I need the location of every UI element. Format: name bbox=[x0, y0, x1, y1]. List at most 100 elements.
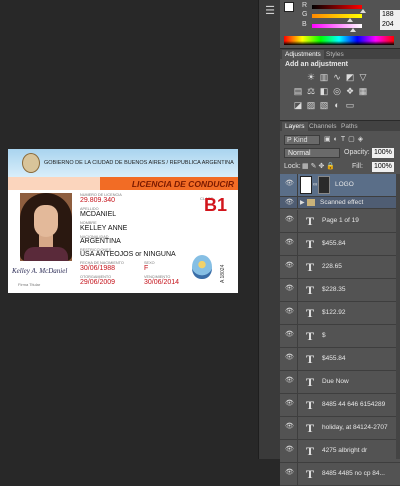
selective-color-icon[interactable]: ◐ bbox=[332, 100, 342, 110]
visibility-eye-icon[interactable]: 👁 bbox=[285, 180, 294, 187]
mask-thumbnail bbox=[318, 176, 330, 194]
signature-label: Firma Titular bbox=[18, 282, 41, 287]
license-header: GOBIERNO DE LA CIUDAD DE BUENOS AIRES / … bbox=[8, 149, 238, 177]
tab-paths[interactable]: Paths bbox=[338, 122, 361, 132]
right-panels: R G 188 B 204 Adjustments Styles Add an … bbox=[280, 0, 400, 486]
layer-row[interactable]: 👁 ∞ LOGO bbox=[280, 174, 400, 197]
document-canvas[interactable]: GOBIERNO DE LA CIUDAD DE BUENOS AIRES / … bbox=[0, 0, 258, 459]
layer-row[interactable]: 👁 T 8485 44 646 6154289 bbox=[280, 394, 400, 417]
visibility-eye-icon[interactable]: 👁 bbox=[285, 308, 294, 315]
opacity-input[interactable]: 100% bbox=[372, 148, 394, 158]
layer-row[interactable]: 👁 T $455.84 bbox=[280, 348, 400, 371]
color-balance-icon[interactable]: ⚖ bbox=[306, 86, 316, 96]
photo-face bbox=[34, 205, 58, 237]
color-lookup-icon[interactable]: ▦ bbox=[358, 86, 368, 96]
slider-label: B bbox=[302, 21, 307, 28]
slider-label: R bbox=[302, 2, 308, 9]
row-divider bbox=[297, 302, 298, 324]
expand-arrow-icon[interactable]: ▶ bbox=[300, 199, 305, 207]
black-white-icon[interactable]: ◧ bbox=[319, 86, 329, 96]
given-name: KELLEY ANNE bbox=[80, 225, 128, 232]
posterize-icon[interactable]: ▨ bbox=[306, 100, 316, 110]
visibility-eye-icon[interactable]: 👁 bbox=[285, 285, 294, 292]
photo-shoulders bbox=[24, 247, 68, 261]
layer-name: $122.92 bbox=[322, 309, 346, 316]
tab-styles[interactable]: Styles bbox=[323, 50, 347, 60]
layer-row[interactable]: 👁 T $ bbox=[280, 325, 400, 348]
link-icon[interactable]: ∞ bbox=[313, 182, 317, 188]
color-spectrum[interactable] bbox=[284, 36, 394, 45]
tab-adjustments[interactable]: Adjustments bbox=[282, 50, 324, 60]
layer-row[interactable]: 👁 T Due Now bbox=[280, 371, 400, 394]
layer-kind-filter[interactable]: P Kind bbox=[284, 135, 320, 145]
layer-row[interactable]: 👁 T 228.65 bbox=[280, 256, 400, 279]
layer-row[interactable]: 👁 T Page 1 of 19 bbox=[280, 210, 400, 233]
layer-name: $228.35 bbox=[322, 286, 346, 293]
fill-input[interactable]: 100% bbox=[372, 162, 394, 172]
row-divider bbox=[297, 348, 298, 370]
color-slider-b[interactable]: B 204 bbox=[302, 20, 400, 32]
sex: F bbox=[144, 265, 149, 272]
tab-layers[interactable]: Layers bbox=[282, 122, 308, 132]
layer-row[interactable]: 👁 T $455.84 bbox=[280, 233, 400, 256]
slider-value[interactable]: 204 bbox=[380, 20, 400, 30]
vibrance-icon[interactable]: ▽ bbox=[358, 72, 368, 82]
visibility-eye-icon[interactable]: 👁 bbox=[285, 199, 294, 206]
foreground-swatch[interactable] bbox=[284, 2, 294, 12]
blend-mode-select[interactable]: Normal bbox=[284, 148, 340, 158]
license-no: 29.809.340 bbox=[80, 197, 116, 204]
visibility-eye-icon[interactable]: 👁 bbox=[285, 446, 294, 453]
city-seal-icon bbox=[22, 153, 40, 173]
type-layer-icon: T bbox=[305, 398, 314, 412]
layer-name: Due Now bbox=[322, 378, 349, 385]
slider-thumb[interactable] bbox=[350, 28, 356, 32]
restrictions: USA ANTEOJOS or NINGUNA bbox=[80, 251, 176, 258]
opacity-label: Opacity: bbox=[344, 149, 370, 156]
visibility-eye-icon[interactable]: 👁 bbox=[285, 354, 294, 361]
visibility-eye-icon[interactable]: 👁 bbox=[285, 216, 294, 223]
visibility-eye-icon[interactable]: 👁 bbox=[285, 400, 294, 407]
layer-name: $455.84 bbox=[322, 240, 346, 247]
visibility-eye-icon[interactable]: 👁 bbox=[285, 262, 294, 269]
visibility-eye-icon[interactable]: 👁 bbox=[285, 377, 294, 384]
curves-icon[interactable]: ∿ bbox=[332, 72, 342, 82]
layer-row[interactable]: 👁 T $122.92 bbox=[280, 302, 400, 325]
tab-channels[interactable]: Channels bbox=[306, 122, 339, 132]
birth-date: 30/06/1988 bbox=[80, 265, 116, 272]
brightness-contrast-icon[interactable]: ☀ bbox=[306, 72, 316, 82]
exposure-icon[interactable]: ◩ bbox=[345, 72, 355, 82]
panel-dock-strip: ☰ bbox=[258, 0, 280, 459]
layer-row[interactable]: 👁 T 8485 4485 no cp 84... bbox=[280, 463, 400, 486]
layer-group-row[interactable]: 👁 ▶ Scanned effect bbox=[280, 197, 400, 209]
layer-name: $455.84 bbox=[322, 355, 346, 362]
invert-icon[interactable]: ◪ bbox=[293, 100, 303, 110]
nationality: ARGENTINA bbox=[80, 238, 121, 245]
layer-row[interactable]: 👁 T 4275 albright dr bbox=[280, 440, 400, 463]
photo-filter-icon[interactable]: ◎ bbox=[332, 86, 342, 96]
hue-saturation-icon[interactable]: ▤ bbox=[293, 86, 303, 96]
slider-track[interactable] bbox=[312, 14, 362, 18]
row-divider bbox=[297, 197, 298, 208]
visibility-eye-icon[interactable]: 👁 bbox=[285, 423, 294, 430]
expiry-date: 30/06/2014 bbox=[144, 279, 180, 286]
channel-mixer-icon[interactable]: ❖ bbox=[345, 86, 355, 96]
visibility-eye-icon[interactable]: 👁 bbox=[285, 469, 294, 476]
levels-icon[interactable]: ▥ bbox=[319, 72, 329, 82]
layer-filter-icons[interactable]: ▣◐T▢◈ bbox=[324, 135, 394, 145]
lock-icons[interactable]: ▦✎✥🔒 bbox=[302, 162, 342, 172]
threshold-icon[interactable]: ▧ bbox=[319, 100, 329, 110]
layer-row[interactable]: 👁 Tholiday, at 84124-2707 bbox=[280, 417, 400, 440]
type-layer-icon: T bbox=[305, 214, 314, 228]
visibility-eye-icon[interactable]: 👁 bbox=[285, 239, 294, 246]
slider-value[interactable]: 188 bbox=[380, 10, 400, 20]
type-layer-icon: T bbox=[305, 329, 314, 343]
gradient-map-icon[interactable]: ▭ bbox=[345, 100, 355, 110]
row-divider bbox=[297, 256, 298, 278]
adjustments-title: Add an adjustment bbox=[285, 61, 349, 68]
panel-toggle-icon[interactable]: ☰ bbox=[263, 4, 277, 18]
layers-scrollbar[interactable] bbox=[396, 174, 400, 459]
slider-track[interactable] bbox=[312, 5, 362, 9]
layer-row[interactable]: 👁 T $228.35 bbox=[280, 279, 400, 302]
type-layer-icon: T bbox=[305, 352, 314, 366]
visibility-eye-icon[interactable]: 👁 bbox=[285, 331, 294, 338]
